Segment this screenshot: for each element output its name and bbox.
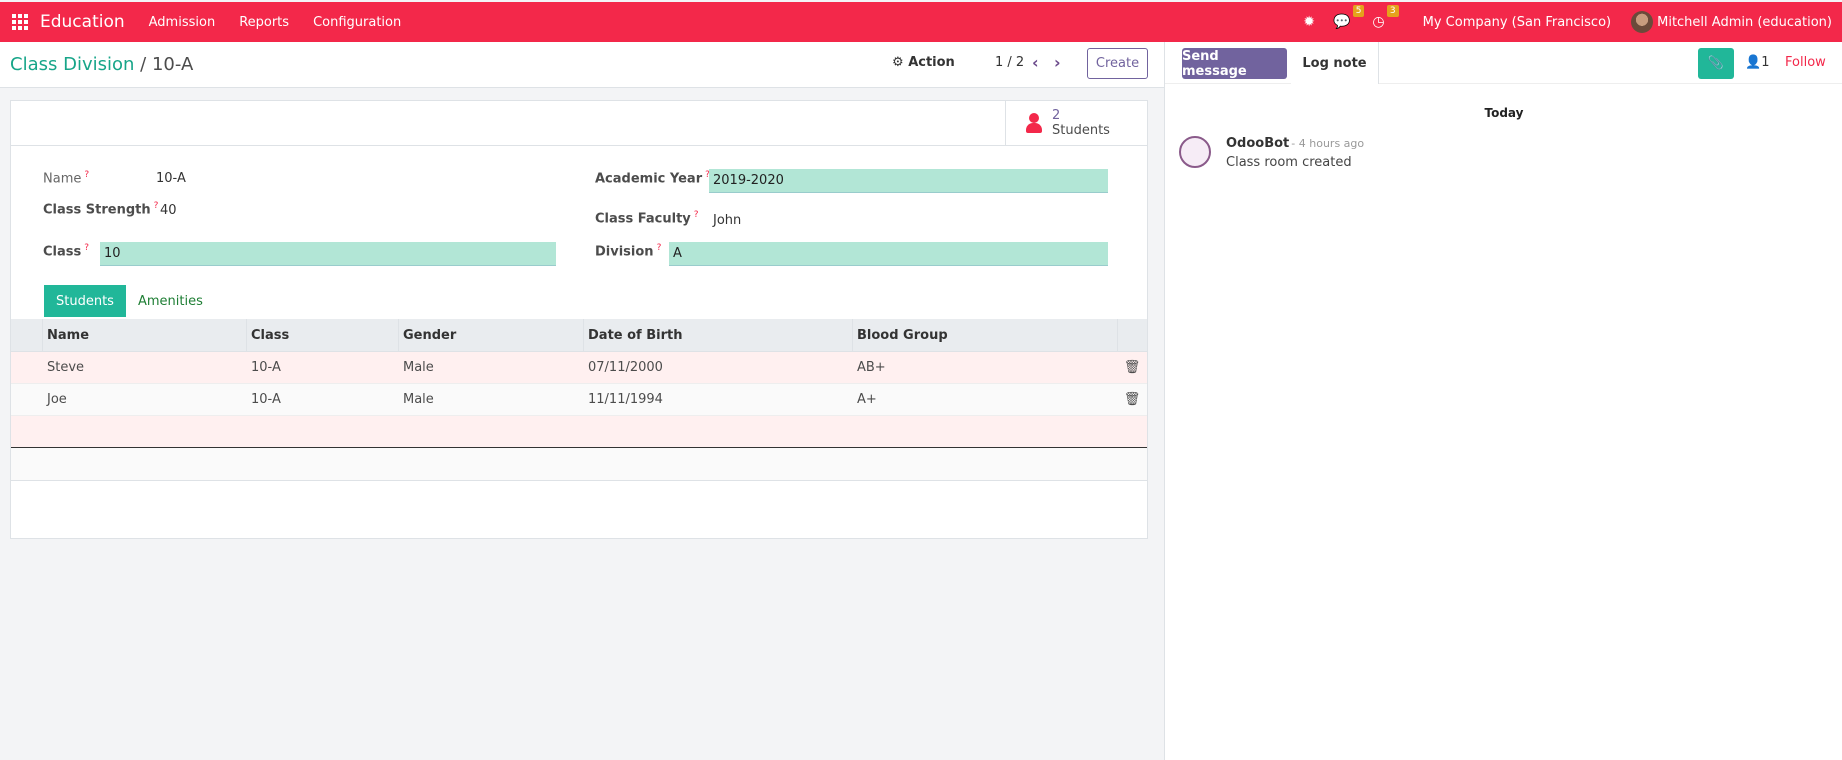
column-class[interactable]: Class: [247, 319, 399, 351]
cell-gender: Male: [403, 392, 434, 407]
column-blood-group[interactable]: Blood Group: [853, 319, 1118, 351]
cell-date-of-birth: 11/11/1994: [588, 392, 663, 407]
table-header: Name Class Gender Date of Birth Blood Gr…: [11, 319, 1147, 352]
column-date-of-birth[interactable]: Date of Birth: [584, 319, 853, 351]
form-sheet: 2 Students Name? 10-A Class Strength? 40…: [10, 100, 1148, 539]
message-body: Class room created: [1226, 155, 1352, 170]
help-tooltip-icon[interactable]: ?: [84, 243, 89, 253]
students-label: Students: [1052, 123, 1110, 138]
messages-badge: 5: [1352, 5, 1365, 17]
trash-icon[interactable]: 🗑: [1118, 360, 1146, 375]
help-tooltip-icon[interactable]: ?: [694, 210, 699, 220]
cell-name: Joe: [47, 392, 67, 407]
create-button[interactable]: Create: [1087, 48, 1148, 79]
students-smart-button[interactable]: 2 Students: [1005, 101, 1147, 145]
cell-gender: Male: [403, 360, 434, 375]
cell-class: 10-A: [251, 392, 281, 407]
class-label: Class?: [43, 243, 90, 260]
menu-admission[interactable]: Admission: [149, 15, 216, 30]
menu-configuration[interactable]: Configuration: [313, 15, 401, 30]
breadcrumb: Class Division / 10-A: [10, 54, 193, 75]
apps-grid-icon[interactable]: [12, 14, 28, 30]
messages-icon[interactable]: 💬 5: [1333, 5, 1365, 30]
breadcrumb-current: 10-A: [151, 54, 194, 75]
name-label: Name?: [43, 170, 90, 187]
notebook-tabs: Students Amenities: [44, 285, 215, 317]
action-label: Action: [908, 55, 955, 70]
division-field[interactable]: A: [669, 242, 1108, 266]
class-strength-value[interactable]: 40: [160, 203, 177, 218]
author-name[interactable]: OdooBot: [1226, 136, 1289, 151]
user-outline-icon: 👤: [1745, 55, 1762, 70]
menu-reports[interactable]: Reports: [239, 15, 289, 30]
followers-count: 1: [1761, 55, 1770, 70]
follow-button[interactable]: Follow: [1785, 55, 1826, 70]
paperclip-icon[interactable]: 📎: [1698, 48, 1734, 79]
app-brand[interactable]: Education: [40, 12, 125, 32]
table-footer: [11, 448, 1147, 481]
tab-students[interactable]: Students: [44, 285, 126, 317]
company-switcher[interactable]: My Company (San Francisco): [1423, 15, 1611, 30]
followers-button[interactable]: 👤1: [1745, 55, 1769, 70]
user-icon: [1026, 113, 1042, 133]
column-gender[interactable]: Gender: [399, 319, 584, 351]
cell-class: 10-A: [251, 360, 281, 375]
table-row[interactable]: Joe 10-A Male 11/11/1994 A+ 🗑: [11, 384, 1147, 416]
date-separator: Today: [1484, 106, 1524, 120]
division-label: Division?: [595, 243, 662, 260]
debug-bug-icon[interactable]: ✹: [1303, 14, 1315, 30]
action-button[interactable]: ⚙ Action: [892, 55, 955, 70]
chatter-topbar: Send message Log note 📎 👤1 Follow: [1165, 42, 1842, 84]
cell-date-of-birth: 07/11/2000: [588, 360, 663, 375]
cell-blood-group: A+: [857, 392, 877, 407]
students-count: 2: [1052, 108, 1061, 123]
cell-name: Steve: [47, 360, 85, 375]
academic-year-field[interactable]: 2019-2020: [709, 169, 1108, 193]
top-navbar: Education Admission Reports Configuratio…: [0, 2, 1842, 42]
academic-year-label: Academic Year?: [595, 170, 710, 187]
help-tooltip-icon[interactable]: ?: [657, 243, 662, 253]
class-faculty-value[interactable]: John: [713, 213, 741, 228]
help-tooltip-icon[interactable]: ?: [154, 201, 159, 211]
name-value[interactable]: 10-A: [156, 171, 186, 186]
user-name: Mitchell Admin (education): [1657, 14, 1832, 30]
activities-clock-icon[interactable]: ◷ 3: [1372, 5, 1399, 30]
class-strength-label: Class Strength?: [43, 201, 159, 218]
chatter-panel: Send message Log note 📎 👤1 Follow Today …: [1164, 42, 1842, 760]
table-row[interactable]: Steve 10-A Male 07/11/2000 AB+ 🗑: [11, 352, 1147, 384]
class-faculty-label: Class Faculty?: [595, 210, 699, 227]
column-name[interactable]: Name: [43, 319, 247, 351]
add-line-row[interactable]: [11, 416, 1147, 448]
gear-icon: ⚙: [892, 55, 904, 70]
log-note-button[interactable]: Log note: [1291, 42, 1379, 84]
user-avatar: [1631, 11, 1654, 33]
message-author: OdooBot - 4 hours ago: [1226, 136, 1364, 151]
help-tooltip-icon[interactable]: ?: [84, 170, 89, 180]
button-box: 2 Students: [11, 101, 1147, 146]
control-panel: Class Division / 10-A ⚙ Action 1 / 2 ‹ ›…: [0, 42, 1164, 88]
students-table: Name Class Gender Date of Birth Blood Gr…: [11, 319, 1147, 481]
send-message-button[interactable]: Send message: [1182, 48, 1287, 79]
breadcrumb-separator: /: [140, 54, 147, 75]
chevron-left-icon[interactable]: ‹: [1032, 53, 1039, 72]
activities-badge: 3: [1386, 5, 1399, 17]
trash-icon[interactable]: 🗑: [1118, 392, 1146, 407]
odoobot-avatar: [1179, 136, 1211, 168]
pager-value[interactable]: 1 / 2: [995, 55, 1024, 70]
cell-blood-group: AB+: [857, 360, 886, 375]
chevron-right-icon[interactable]: ›: [1054, 53, 1061, 72]
tab-amenities[interactable]: Amenities: [126, 285, 215, 317]
breadcrumb-parent[interactable]: Class Division: [10, 54, 134, 75]
class-field[interactable]: 10: [100, 242, 556, 266]
user-menu[interactable]: Mitchell Admin (education): [1631, 11, 1832, 33]
message-time: - 4 hours ago: [1291, 137, 1365, 150]
